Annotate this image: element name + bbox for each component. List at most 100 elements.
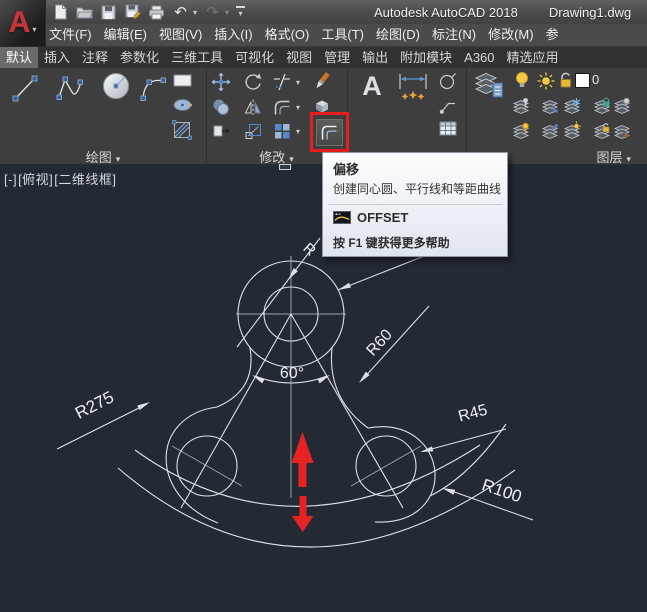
dim-labels: R275 R45 R100 R60 60° R (72, 240, 524, 507)
save-as-button[interactable] (124, 4, 141, 21)
layer-properties-button[interactable] (471, 70, 504, 101)
layer-thaw-toggle[interactable] (537, 72, 555, 90)
undo-icon: ↶ (174, 5, 187, 20)
qat-customize-button[interactable]: ▾ (236, 6, 245, 18)
layer-thaw-all-button[interactable] (562, 121, 582, 141)
viewport-visual-style-control[interactable]: [二维线框] (54, 172, 116, 187)
redo-icon: ↷ (206, 5, 219, 20)
hatch-icon (172, 120, 194, 140)
layer-color-swatch[interactable] (575, 73, 590, 88)
undo-button[interactable]: ↶ (172, 4, 189, 21)
layer-on-toggle[interactable] (514, 71, 530, 89)
tab-output[interactable]: 输出 (356, 47, 394, 68)
array-dropdown-caret-icon[interactable]: ▾ (296, 127, 300, 136)
arc-tool-button[interactable] (137, 71, 169, 105)
array-tool-button[interactable] (272, 121, 292, 141)
line-tool-button[interactable] (9, 71, 41, 105)
tab-add-ins[interactable]: 附加模块 (394, 47, 458, 68)
tab-annotate[interactable]: 注释 (76, 47, 114, 68)
hatch-tool-button[interactable] (172, 120, 194, 140)
r275-label: R275 (72, 387, 117, 422)
dimension-tool-button[interactable] (396, 72, 430, 104)
ellipse-tool-button[interactable] (172, 97, 194, 113)
open-file-button[interactable] (76, 4, 93, 21)
polyline-tool-button[interactable] (54, 71, 86, 105)
menu-edit[interactable]: 编辑(E) (101, 24, 150, 46)
tab-parametric[interactable]: 参数化 (114, 47, 165, 68)
layer-unlock-all-button[interactable] (592, 121, 612, 141)
sun-icon (537, 72, 555, 90)
app-menu-button[interactable]: A ▾ (0, 0, 46, 47)
fillet-dropdown-caret-icon[interactable]: ▾ (296, 103, 300, 112)
wedge-left-line (181, 314, 291, 508)
menu-modify[interactable]: 修改(M) (485, 24, 537, 46)
menu-format[interactable]: 格式(O) (262, 24, 313, 46)
move-tool-button[interactable] (211, 72, 231, 92)
layer-on-off-button[interactable] (511, 121, 531, 141)
plot-button[interactable] (148, 4, 165, 21)
trim-dropdown-caret-icon[interactable]: ▾ (296, 78, 300, 87)
tab-visualize[interactable]: 可视化 (229, 47, 280, 68)
menu-tools[interactable]: 工具(T) (318, 24, 367, 46)
layer-panel-label: 图层 (596, 150, 622, 165)
layer-change-button[interactable] (540, 121, 560, 141)
rectangle-tool-button[interactable] (172, 73, 194, 89)
text-tool-button[interactable]: A (356, 68, 388, 104)
tab-view[interactable]: 视图 (280, 47, 318, 68)
copy-icon (211, 97, 231, 117)
open-folder-icon (76, 5, 93, 20)
layer-match-button[interactable] (612, 96, 632, 116)
erase-brush-icon (312, 71, 332, 91)
tab-featured-apps[interactable]: 精选应用 (501, 47, 565, 68)
centermark-tool-button[interactable] (438, 72, 458, 92)
viewport-view-control[interactable]: [俯视] (18, 172, 53, 187)
layer-unlock-toggle[interactable] (558, 71, 574, 88)
rotate-tool-button[interactable] (243, 72, 263, 92)
erase-tool-button[interactable] (312, 71, 332, 91)
redo-caret-icon[interactable]: ▾ (225, 8, 229, 17)
unlock-icon (558, 71, 574, 88)
table-tool-button[interactable] (438, 120, 458, 138)
menu-file[interactable]: 文件(F) (46, 24, 95, 46)
fillet-tool-button[interactable] (272, 97, 292, 117)
leader-tool-button[interactable] (438, 96, 458, 116)
menu-dimension[interactable]: 标注(N) (429, 24, 479, 46)
bulb-icon (514, 71, 530, 89)
text-icon: A (362, 71, 382, 101)
save-button[interactable] (100, 4, 117, 21)
trim-tool-button[interactable] (272, 72, 292, 92)
scale-tool-button[interactable] (243, 121, 263, 141)
current-layer-name[interactable]: 0 (592, 72, 599, 87)
circle-tool-button[interactable] (99, 70, 133, 104)
menu-view[interactable]: 视图(V) (156, 24, 205, 46)
tab-3d-tools[interactable]: 三维工具 (165, 47, 229, 68)
new-file-icon (53, 4, 68, 20)
layer-lock-button[interactable] (592, 96, 612, 116)
layer-freeze-button[interactable] (562, 96, 582, 116)
canvas-top-grip[interactable] (279, 164, 291, 170)
layer-unisolate-button[interactable] (540, 96, 560, 116)
tab-insert[interactable]: 插入 (38, 47, 76, 68)
line-icon (9, 71, 41, 105)
mirror-tool-button[interactable] (243, 97, 263, 117)
tab-manage[interactable]: 管理 (318, 47, 356, 68)
redo-button[interactable]: ↷ (204, 4, 221, 21)
copy-tool-button[interactable] (211, 97, 231, 117)
red-arrow-down (292, 496, 314, 532)
menu-draw[interactable]: 绘图(D) (373, 24, 423, 46)
menu-parametric-truncated[interactable]: 参 (543, 24, 562, 46)
layer-walk-button[interactable] (612, 121, 632, 141)
viewport-minimize-control[interactable]: [-] (4, 172, 17, 187)
rotate-icon (243, 72, 263, 92)
stretch-tool-button[interactable] (211, 121, 231, 141)
draw-panel-footer[interactable]: 绘图▾ (0, 147, 206, 164)
new-file-button[interactable] (52, 4, 69, 21)
layer-bulb-icon (511, 121, 531, 141)
tab-a360[interactable]: A360 (458, 47, 500, 68)
layer-isolate-button[interactable] (511, 96, 531, 116)
right-outer-arc (368, 427, 435, 522)
menu-insert[interactable]: 插入(I) (211, 24, 255, 46)
undo-caret-icon[interactable]: ▾ (193, 8, 197, 17)
fillet-icon (272, 97, 292, 117)
tab-home[interactable]: 默认 (0, 47, 38, 68)
